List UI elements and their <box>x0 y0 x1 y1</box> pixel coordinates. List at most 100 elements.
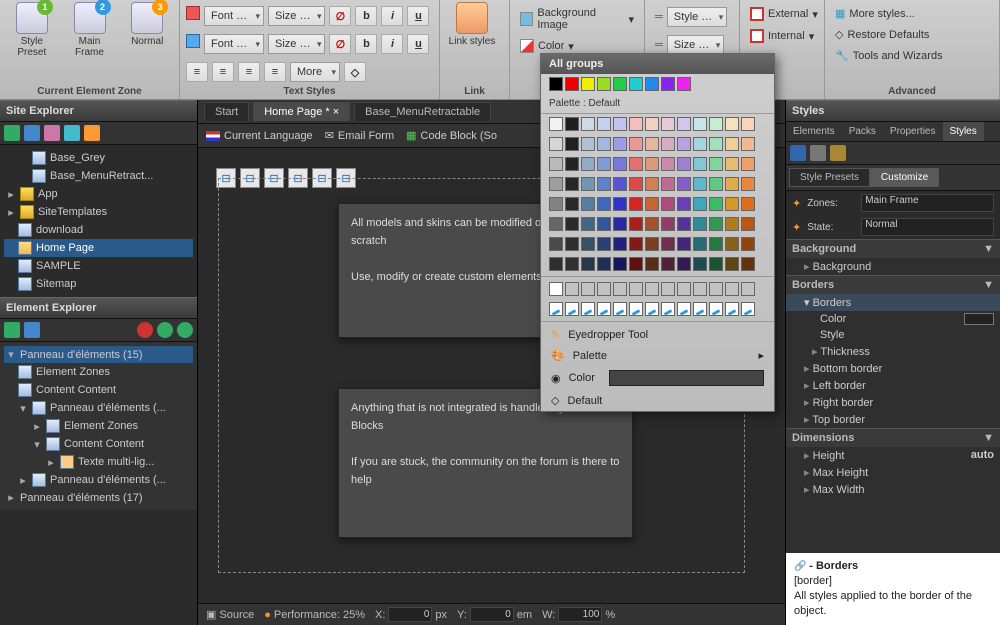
color-swatch[interactable] <box>693 177 707 191</box>
color-swatch[interactable] <box>677 237 691 251</box>
tree-item[interactable]: download <box>4 221 193 239</box>
reload-icon[interactable] <box>24 125 40 141</box>
current-language-button[interactable]: Current Language <box>206 130 313 142</box>
clear2-button[interactable]: ∅ <box>329 34 351 54</box>
prop-thickness[interactable]: Thickness <box>786 343 1000 360</box>
color-swatch[interactable] <box>741 237 755 251</box>
style-preset-button[interactable]: 1Style Preset <box>6 2 58 58</box>
color-swatch[interactable] <box>741 137 755 151</box>
color-swatch[interactable] <box>725 257 739 271</box>
italic2-button[interactable]: i <box>381 34 403 54</box>
color-swatch[interactable] <box>709 237 723 251</box>
color-swatch[interactable] <box>549 77 563 91</box>
seg-customize[interactable]: Customize <box>870 168 939 187</box>
ee-sync-icon[interactable] <box>24 322 40 338</box>
color-swatch[interactable] <box>645 257 659 271</box>
color-swatch[interactable] <box>693 217 707 231</box>
color-swatch[interactable] <box>964 313 994 325</box>
color-swatch[interactable] <box>613 217 627 231</box>
color-swatch[interactable] <box>581 282 595 296</box>
color-swatch[interactable] <box>565 217 579 231</box>
color-swatch[interactable] <box>597 237 611 251</box>
color-swatch[interactable] <box>645 217 659 231</box>
color-swatch[interactable] <box>549 257 563 271</box>
color-swatch[interactable] <box>709 177 723 191</box>
wand-icon[interactable] <box>830 145 846 161</box>
color-swatch[interactable] <box>549 157 563 171</box>
prop-top-border[interactable]: Top border <box>786 411 1000 428</box>
tab-elements[interactable]: Elements <box>786 122 842 141</box>
color-swatch[interactable] <box>549 237 563 251</box>
color-swatch[interactable] <box>565 157 579 171</box>
color-swatch[interactable] <box>549 282 563 296</box>
zones-select[interactable]: Main Frame <box>861 194 994 212</box>
tab-styles[interactable]: Styles <box>943 122 984 141</box>
color-swatch[interactable] <box>549 117 563 131</box>
color-swatch[interactable] <box>629 197 643 211</box>
ee-refresh-icon[interactable] <box>4 322 20 338</box>
color-swatch[interactable] <box>629 257 643 271</box>
section-borders[interactable]: Borders▼ <box>786 275 1000 294</box>
color-swatch[interactable] <box>741 197 755 211</box>
color-swatch[interactable] <box>741 282 755 296</box>
color-swatch[interactable] <box>581 137 595 151</box>
color-swatch[interactable] <box>581 117 595 131</box>
color-swatch[interactable] <box>725 117 739 131</box>
spacing-style-combo[interactable]: ═Style … <box>651 6 731 28</box>
color-swatch[interactable] <box>581 77 595 91</box>
color-swatch[interactable] <box>693 197 707 211</box>
tree-item[interactable]: Base_MenuRetract... <box>4 167 193 185</box>
color-swatch[interactable] <box>709 117 723 131</box>
tree-item[interactable]: ▸SiteTemplates <box>4 203 193 221</box>
color-item[interactable]: ◉Color <box>541 366 774 390</box>
color-swatch[interactable] <box>661 177 675 191</box>
link-styles-button[interactable]: Link styles <box>446 2 498 47</box>
color-swatch[interactable] <box>741 217 755 231</box>
tree-item[interactable]: Content Content <box>4 381 193 399</box>
color-swatch[interactable] <box>597 77 611 91</box>
color-swatch[interactable] <box>597 217 611 231</box>
w-input[interactable] <box>558 607 602 622</box>
color-swatch[interactable] <box>709 217 723 231</box>
color-swatch[interactable] <box>629 117 643 131</box>
color-swatch[interactable] <box>677 117 691 131</box>
color-swatch[interactable] <box>661 77 675 91</box>
color-swatch[interactable] <box>565 257 579 271</box>
eyedropper-icon[interactable] <box>549 302 563 316</box>
color-swatch[interactable] <box>645 237 659 251</box>
color-swatch[interactable] <box>709 282 723 296</box>
color-swatch[interactable] <box>677 217 691 231</box>
color-swatch[interactable] <box>629 137 643 151</box>
normal-button[interactable]: 3Normal <box>121 2 173 47</box>
color-swatch[interactable] <box>565 77 579 91</box>
color-swatch[interactable] <box>677 77 691 91</box>
color-swatch[interactable] <box>613 117 627 131</box>
color-swatch[interactable] <box>693 137 707 151</box>
color-swatch[interactable] <box>725 137 739 151</box>
eyedropper-icon[interactable] <box>725 302 739 316</box>
color-swatch[interactable] <box>549 197 563 211</box>
restore-defaults-button[interactable]: ◇Restore Defaults <box>831 27 933 42</box>
prop-max-width[interactable]: Max Width <box>786 481 1000 498</box>
state-select[interactable]: Normal <box>861 218 994 236</box>
eyedropper-icon[interactable] <box>661 302 675 316</box>
color-swatch[interactable] <box>581 177 595 191</box>
color-swatch[interactable] <box>597 282 611 296</box>
eyedropper-icon[interactable] <box>629 302 643 316</box>
main-frame-button[interactable]: 2Main Frame <box>64 2 116 58</box>
color-swatch[interactable] <box>725 237 739 251</box>
color-swatch[interactable] <box>629 237 643 251</box>
tree-item[interactable]: ▸Element Zones <box>4 417 193 435</box>
tree-item[interactable]: Sitemap <box>4 275 193 293</box>
prop-height[interactable]: Heightauto <box>786 447 1000 464</box>
color-swatch[interactable] <box>613 197 627 211</box>
eyedropper-icon[interactable] <box>613 302 627 316</box>
tab-properties[interactable]: Properties <box>883 122 943 141</box>
color-swatch[interactable] <box>741 117 755 131</box>
color-swatch[interactable] <box>661 257 675 271</box>
prop-color[interactable]: Color <box>786 311 1000 327</box>
color-swatch[interactable] <box>661 282 675 296</box>
color-swatch[interactable] <box>549 177 563 191</box>
tab-start[interactable]: Start <box>204 102 249 121</box>
home-icon[interactable] <box>44 125 60 141</box>
